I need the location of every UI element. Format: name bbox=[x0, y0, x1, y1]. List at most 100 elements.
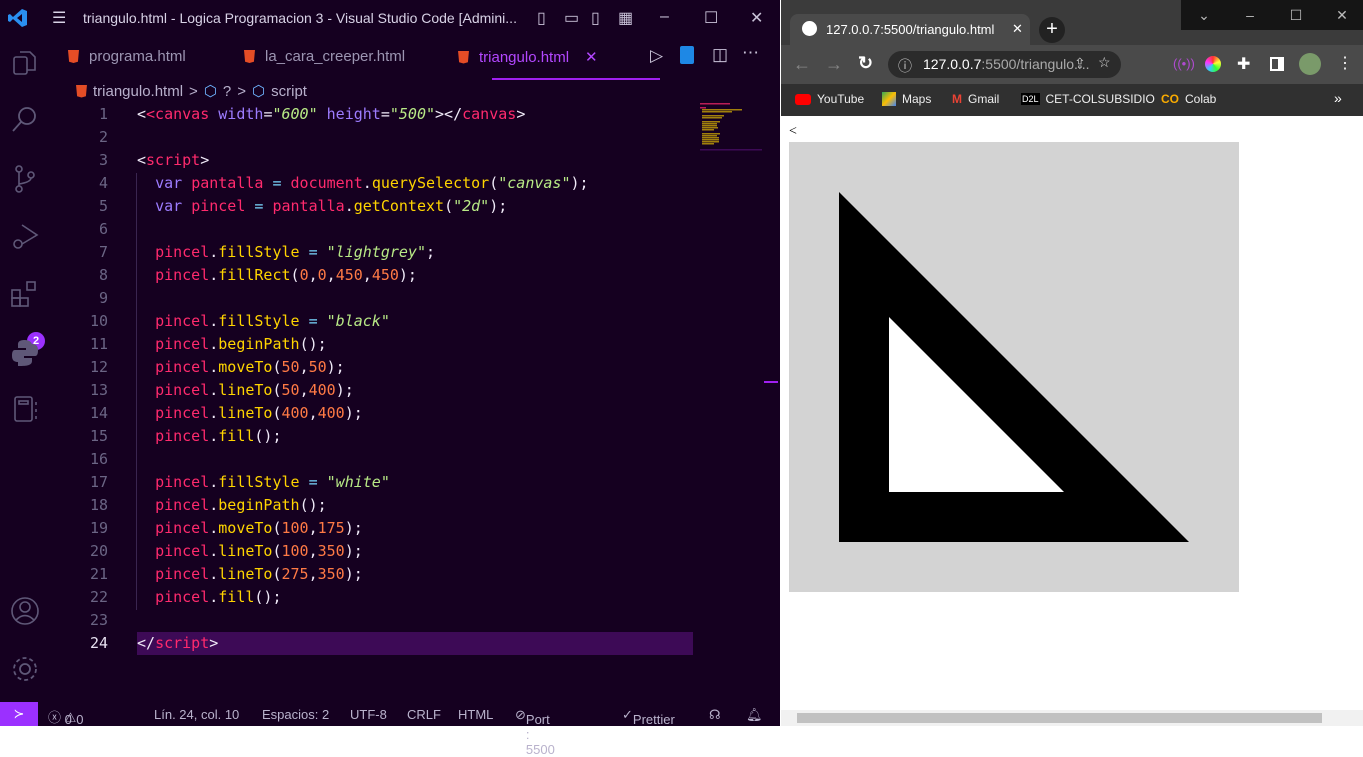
code-token: 350 bbox=[317, 542, 345, 560]
code-line[interactable] bbox=[137, 287, 693, 310]
notebook-icon[interactable] bbox=[10, 394, 40, 424]
bookmark-star-icon[interactable]: ☆ bbox=[1098, 54, 1111, 71]
forward-button[interactable]: → bbox=[825, 54, 843, 75]
code-token: document bbox=[290, 174, 363, 192]
breadcrumb-element[interactable]: ? bbox=[223, 83, 231, 100]
code-line[interactable]: pincel.fillStyle = "lightgrey"; bbox=[137, 241, 693, 264]
settings-gear-icon[interactable] bbox=[10, 654, 40, 684]
extension-color-icon[interactable] bbox=[1205, 56, 1221, 72]
more-bookmarks-icon[interactable]: » bbox=[1334, 90, 1342, 106]
bookmark-maps[interactable]: Maps bbox=[882, 92, 931, 106]
browser-minimize-button[interactable]: – bbox=[1227, 0, 1273, 30]
site-info-icon[interactable]: ⓘ bbox=[898, 56, 912, 76]
code-line[interactable]: pincel.lineTo(275,350); bbox=[137, 563, 693, 586]
breadcrumb-file[interactable]: triangulo.html bbox=[93, 83, 183, 100]
code-line[interactable]: <<canvas width="600" height="500"></canv… bbox=[137, 103, 693, 126]
extension-broadcast-icon[interactable]: ((•)) bbox=[1173, 56, 1195, 71]
extensions-icon[interactable] bbox=[10, 280, 40, 310]
bookmark-youtube[interactable]: YouTube bbox=[795, 92, 864, 106]
toggle-panel-icon[interactable]: ▭ bbox=[564, 8, 579, 28]
encoding[interactable]: UTF-8 bbox=[350, 707, 387, 722]
code-line[interactable] bbox=[137, 609, 693, 632]
code-line[interactable]: pincel.lineTo(400,400); bbox=[137, 402, 693, 425]
code-line[interactable]: pincel.moveTo(100,175); bbox=[137, 517, 693, 540]
code-line[interactable]: </script> bbox=[137, 632, 693, 655]
code-line[interactable]: pincel.fillStyle = "black" bbox=[137, 310, 693, 333]
code-line[interactable]: pincel.lineTo(100,350); bbox=[137, 540, 693, 563]
live-server-port[interactable]: ⊘ Port : 5500 bbox=[515, 707, 555, 757]
horizontal-scrollbar[interactable] bbox=[781, 710, 1363, 726]
code-line[interactable]: pincel.lineTo(50,400); bbox=[137, 379, 693, 402]
browser-close-button[interactable]: ✕ bbox=[1319, 0, 1363, 30]
code-line[interactable]: var pincel = pantalla.getContext("2d"); bbox=[137, 195, 693, 218]
minimap[interactable] bbox=[700, 103, 762, 151]
explorer-icon[interactable] bbox=[10, 48, 40, 78]
code-line[interactable]: var pantalla = document.querySelector("c… bbox=[137, 172, 693, 195]
notifications-bell-icon[interactable]: 🔔︎ bbox=[746, 707, 763, 723]
run-icon[interactable]: ▷ bbox=[650, 46, 663, 66]
close-button[interactable]: ✕ bbox=[750, 8, 763, 28]
browser-tab[interactable]: 127.0.0.7:5500/triangulo.html ✕ bbox=[790, 14, 1030, 46]
browser-menu-icon[interactable]: ⋮ bbox=[1337, 53, 1353, 73]
toggle-secondary-sidebar-icon[interactable]: ▯ bbox=[591, 8, 600, 28]
reload-button[interactable]: ↻ bbox=[858, 53, 873, 74]
code-line[interactable]: pincel.moveTo(50,50); bbox=[137, 356, 693, 379]
code-line[interactable] bbox=[137, 126, 693, 149]
code-line[interactable]: pincel.fillStyle = "white" bbox=[137, 471, 693, 494]
bookmark-gmail[interactable]: M Gmail bbox=[952, 92, 999, 106]
code-line[interactable] bbox=[137, 448, 693, 471]
tab-la-cara-creeper[interactable]: la_cara_creeper.html bbox=[244, 48, 405, 65]
python-icon[interactable] bbox=[10, 338, 40, 368]
source-control-icon[interactable] bbox=[10, 164, 40, 194]
problems-indicator[interactable]: ⓧ 0 ⚠ 0 bbox=[48, 707, 84, 727]
code-token: pincel bbox=[155, 358, 210, 376]
toggle-sidebar-icon[interactable]: ▯ bbox=[537, 8, 546, 28]
tab-programa[interactable]: programa.html bbox=[68, 48, 186, 65]
run-debug-icon[interactable] bbox=[10, 222, 40, 252]
code-line[interactable]: pincel.beginPath(); bbox=[137, 494, 693, 517]
share-icon[interactable]: ⇪ bbox=[1074, 55, 1086, 72]
minimize-button[interactable]: – bbox=[660, 8, 669, 26]
browser-maximize-button[interactable]: ☐ bbox=[1273, 0, 1319, 30]
remote-indicator[interactable]: ≻ bbox=[0, 702, 38, 726]
back-button[interactable]: ← bbox=[793, 54, 811, 75]
split-editor-icon[interactable]: ◫ bbox=[712, 45, 728, 65]
bookmark-colab[interactable]: CO Colab bbox=[1161, 92, 1216, 106]
code-line[interactable]: <script> bbox=[137, 149, 693, 172]
feedback-icon[interactable]: ☊ bbox=[709, 707, 721, 723]
maximize-button[interactable]: ☐ bbox=[704, 8, 718, 28]
accounts-icon[interactable] bbox=[10, 596, 40, 626]
search-icon[interactable] bbox=[10, 104, 40, 134]
code-token: > bbox=[209, 634, 219, 652]
close-tab-icon[interactable]: ✕ bbox=[585, 48, 598, 66]
code-line[interactable]: pincel.beginPath(); bbox=[137, 333, 693, 356]
code-line[interactable]: pincel.fill(); bbox=[137, 586, 693, 609]
indentation[interactable]: Espacios: 2 bbox=[262, 707, 329, 722]
tab-search-button[interactable]: ⌄ bbox=[1181, 0, 1227, 30]
language-mode[interactable]: HTML bbox=[458, 707, 493, 722]
profile-avatar[interactable] bbox=[1299, 53, 1321, 75]
maps-icon bbox=[882, 92, 896, 106]
address-bar[interactable]: ⓘ 127.0.0.7:5500/triangulo.... ⇪ ☆ bbox=[888, 51, 1121, 78]
code-line[interactable]: pincel.fill(); bbox=[137, 425, 693, 448]
bookmark-cet-colsubsidio[interactable]: D2L CET-COLSUBSIDIO bbox=[1021, 92, 1155, 106]
tab-triangulo[interactable]: triangulo.html ✕ bbox=[458, 48, 598, 66]
new-tab-button[interactable]: + bbox=[1039, 17, 1065, 43]
scrollbar-thumb[interactable] bbox=[797, 713, 1322, 723]
more-actions-icon[interactable]: ⋯ bbox=[742, 43, 759, 63]
customize-layout-icon[interactable]: ▦ bbox=[618, 8, 633, 28]
extensions-puzzle-icon[interactable]: ✚ bbox=[1237, 54, 1250, 74]
cursor-position[interactable]: Lín. 24, col. 10 bbox=[154, 707, 239, 722]
code-token: pincel bbox=[155, 266, 210, 284]
open-preview-icon[interactable] bbox=[680, 46, 694, 64]
breadcrumb-script[interactable]: script bbox=[271, 83, 307, 100]
code-line[interactable]: pincel.fillRect(0,0,450,450); bbox=[137, 264, 693, 287]
close-tab-icon[interactable]: ✕ bbox=[1012, 21, 1023, 37]
end-of-line[interactable]: CRLF bbox=[407, 707, 441, 722]
menu-icon[interactable]: ☰ bbox=[52, 8, 66, 28]
code-line[interactable] bbox=[137, 218, 693, 241]
code-token: ( bbox=[290, 266, 300, 284]
side-panel-icon[interactable] bbox=[1270, 57, 1284, 71]
breadcrumb: triangulo.html > ⬡ ? > ⬡ script bbox=[76, 82, 307, 100]
prettier-status[interactable]: ✓ Prettier bbox=[622, 707, 675, 727]
